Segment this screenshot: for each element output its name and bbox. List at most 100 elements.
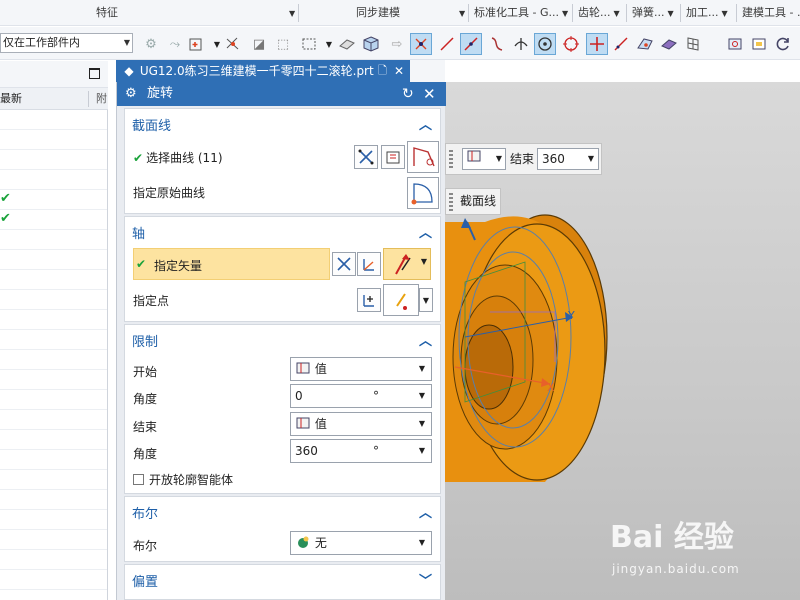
list-item[interactable] (0, 450, 107, 470)
snap-point-icon[interactable] (186, 33, 208, 55)
select-component-icon[interactable]: ⬚ (272, 33, 294, 55)
gear-icon[interactable]: ⚙ (125, 82, 137, 106)
curve-selection-button[interactable] (407, 141, 439, 173)
inferred-point-button[interactable] (383, 284, 419, 316)
end-type-select[interactable]: 值 ▼ (290, 412, 432, 436)
list-item[interactable] (0, 230, 107, 250)
chevron-down-icon[interactable]: ﹀ (419, 570, 432, 589)
boolean-header[interactable]: 布尔 ︿ (125, 497, 440, 525)
list-item[interactable] (0, 270, 107, 290)
reset-icon[interactable]: ↻ (402, 82, 414, 106)
axis-header[interactable]: 轴 ︿ (125, 217, 440, 245)
start-type-select[interactable]: 值 ▼ (290, 357, 432, 381)
arrow-right-icon[interactable]: ⇨ (386, 33, 408, 55)
list-item[interactable] (0, 330, 107, 350)
rotate-view-icon[interactable] (772, 33, 794, 55)
snap-endpoint-icon[interactable] (410, 33, 432, 55)
list-item[interactable] (0, 150, 107, 170)
drag-handle[interactable] (449, 150, 453, 168)
chevron-up-icon[interactable]: ︿ (419, 330, 432, 349)
list-item[interactable] (0, 170, 107, 190)
list-item[interactable] (0, 310, 107, 330)
bounded-grid-icon[interactable] (658, 33, 680, 55)
drag-handle[interactable] (449, 193, 453, 211)
limits-header[interactable]: 限制 ︿ (125, 325, 440, 353)
vector-dialog-button[interactable] (357, 252, 381, 276)
select-feature-icon[interactable]: ⚙ (140, 33, 162, 55)
line-icon[interactable] (436, 33, 458, 55)
midpoint-icon[interactable] (460, 33, 482, 55)
list-item[interactable] (0, 510, 107, 530)
intersection-point-icon[interactable] (222, 33, 244, 55)
original-curve-button[interactable] (407, 177, 439, 209)
list-item[interactable] (0, 530, 107, 550)
maximize-icon[interactable] (89, 68, 100, 79)
ribbon-group-spring[interactable]: 弹簧... ▼ (632, 0, 674, 26)
point-method-dropdown[interactable]: ▼ (419, 288, 433, 312)
point-dialog-button[interactable] (357, 288, 381, 312)
pin-icon[interactable]: 🗋 (378, 60, 387, 82)
file-tab[interactable]: ◆ UG12.0练习三维建模一千零四十二滚轮.prt 🗋 ✕ (116, 60, 410, 82)
selection-scope-dropdown[interactable]: 仅在工作部件内 ▼ (0, 33, 133, 53)
ribbon-group-machining[interactable]: 加工... ▼ (686, 0, 728, 26)
ribbon-group-std-tools[interactable]: 标准化工具 - G... ▼ (474, 0, 568, 26)
crosshair-icon[interactable] (586, 33, 608, 55)
column-attached[interactable]: 附 (96, 88, 107, 110)
open-profile-row[interactable]: 开放轮廓智能体 (133, 471, 233, 488)
offset-header[interactable]: 偏置 ﹀ (125, 565, 440, 593)
ribbon-group-menu[interactable]: ▼ (286, 0, 295, 26)
quadrant-point-icon[interactable] (560, 33, 582, 55)
rectangle-select-icon[interactable] (298, 33, 320, 55)
list-item[interactable] (0, 410, 107, 430)
ribbon-group-features[interactable]: 特征 (96, 0, 118, 26)
specify-vector-row[interactable]: ✔ 指定矢量 (133, 248, 330, 280)
ribbon-group-sync-menu[interactable]: ▼ (456, 0, 465, 26)
reverse-direction-button[interactable] (332, 252, 356, 276)
ribbon-group-modeling-tools[interactable]: 建模工具 - ... (742, 0, 800, 26)
eraser-icon[interactable] (336, 33, 358, 55)
view-fit-icon[interactable] (724, 33, 746, 55)
close-tab-icon[interactable]: ✕ (394, 60, 404, 82)
chevron-up-icon[interactable]: ︿ (419, 222, 432, 241)
open-profile-checkbox[interactable] (133, 474, 144, 485)
end-angle-input[interactable]: 360 ° ▼ (290, 439, 432, 463)
arc-center-icon[interactable] (534, 33, 556, 55)
boolean-select[interactable]: 无 ▼ (290, 531, 432, 555)
list-item[interactable] (0, 570, 107, 590)
list-item[interactable] (0, 110, 107, 130)
tangent-icon[interactable] (510, 33, 532, 55)
grid-icon[interactable] (682, 33, 704, 55)
list-item[interactable] (0, 350, 107, 370)
face-point-icon[interactable] (634, 33, 656, 55)
chevron-up-icon[interactable]: ︿ (419, 114, 432, 133)
curve-icon[interactable] (486, 33, 508, 55)
chevron-up-icon[interactable]: ︿ (419, 502, 432, 521)
column-latest[interactable]: 最新 (0, 88, 22, 110)
list-item[interactable] (0, 290, 107, 310)
select-filter-icon[interactable]: ⤳ (164, 33, 186, 55)
section-header[interactable]: 截面线 ︿ (125, 109, 440, 137)
column-divider[interactable] (88, 91, 89, 107)
inferred-vector-dropdown[interactable]: ▼ (383, 248, 431, 280)
list-item[interactable] (0, 130, 107, 150)
list-item[interactable] (0, 490, 107, 510)
list-item[interactable] (0, 370, 107, 390)
ribbon-group-gear[interactable]: 齿轮... ▼ (578, 0, 620, 26)
list-item[interactable] (0, 430, 107, 450)
zoom-window-icon[interactable] (748, 33, 770, 55)
end-angle-input[interactable]: 360 ▼ (537, 148, 599, 170)
list-item[interactable] (0, 390, 107, 410)
start-angle-input[interactable]: 0 ° ▼ (290, 384, 432, 408)
list-item[interactable]: ✔ (0, 190, 107, 210)
ribbon-group-sync-modeling[interactable]: 同步建模 (356, 0, 400, 26)
limit-type-dropdown[interactable]: ▼ (462, 148, 506, 170)
close-icon[interactable]: ✕ (423, 82, 436, 106)
list-item[interactable]: ✔ (0, 210, 107, 230)
curve-rule-button[interactable] (354, 145, 378, 169)
list-item[interactable] (0, 550, 107, 570)
point-on-curve-icon[interactable] (610, 33, 632, 55)
list-item[interactable] (0, 470, 107, 490)
cube-icon[interactable] (360, 33, 382, 55)
sketch-section-button[interactable] (381, 145, 405, 169)
select-body-icon[interactable]: ◪ (248, 33, 270, 55)
